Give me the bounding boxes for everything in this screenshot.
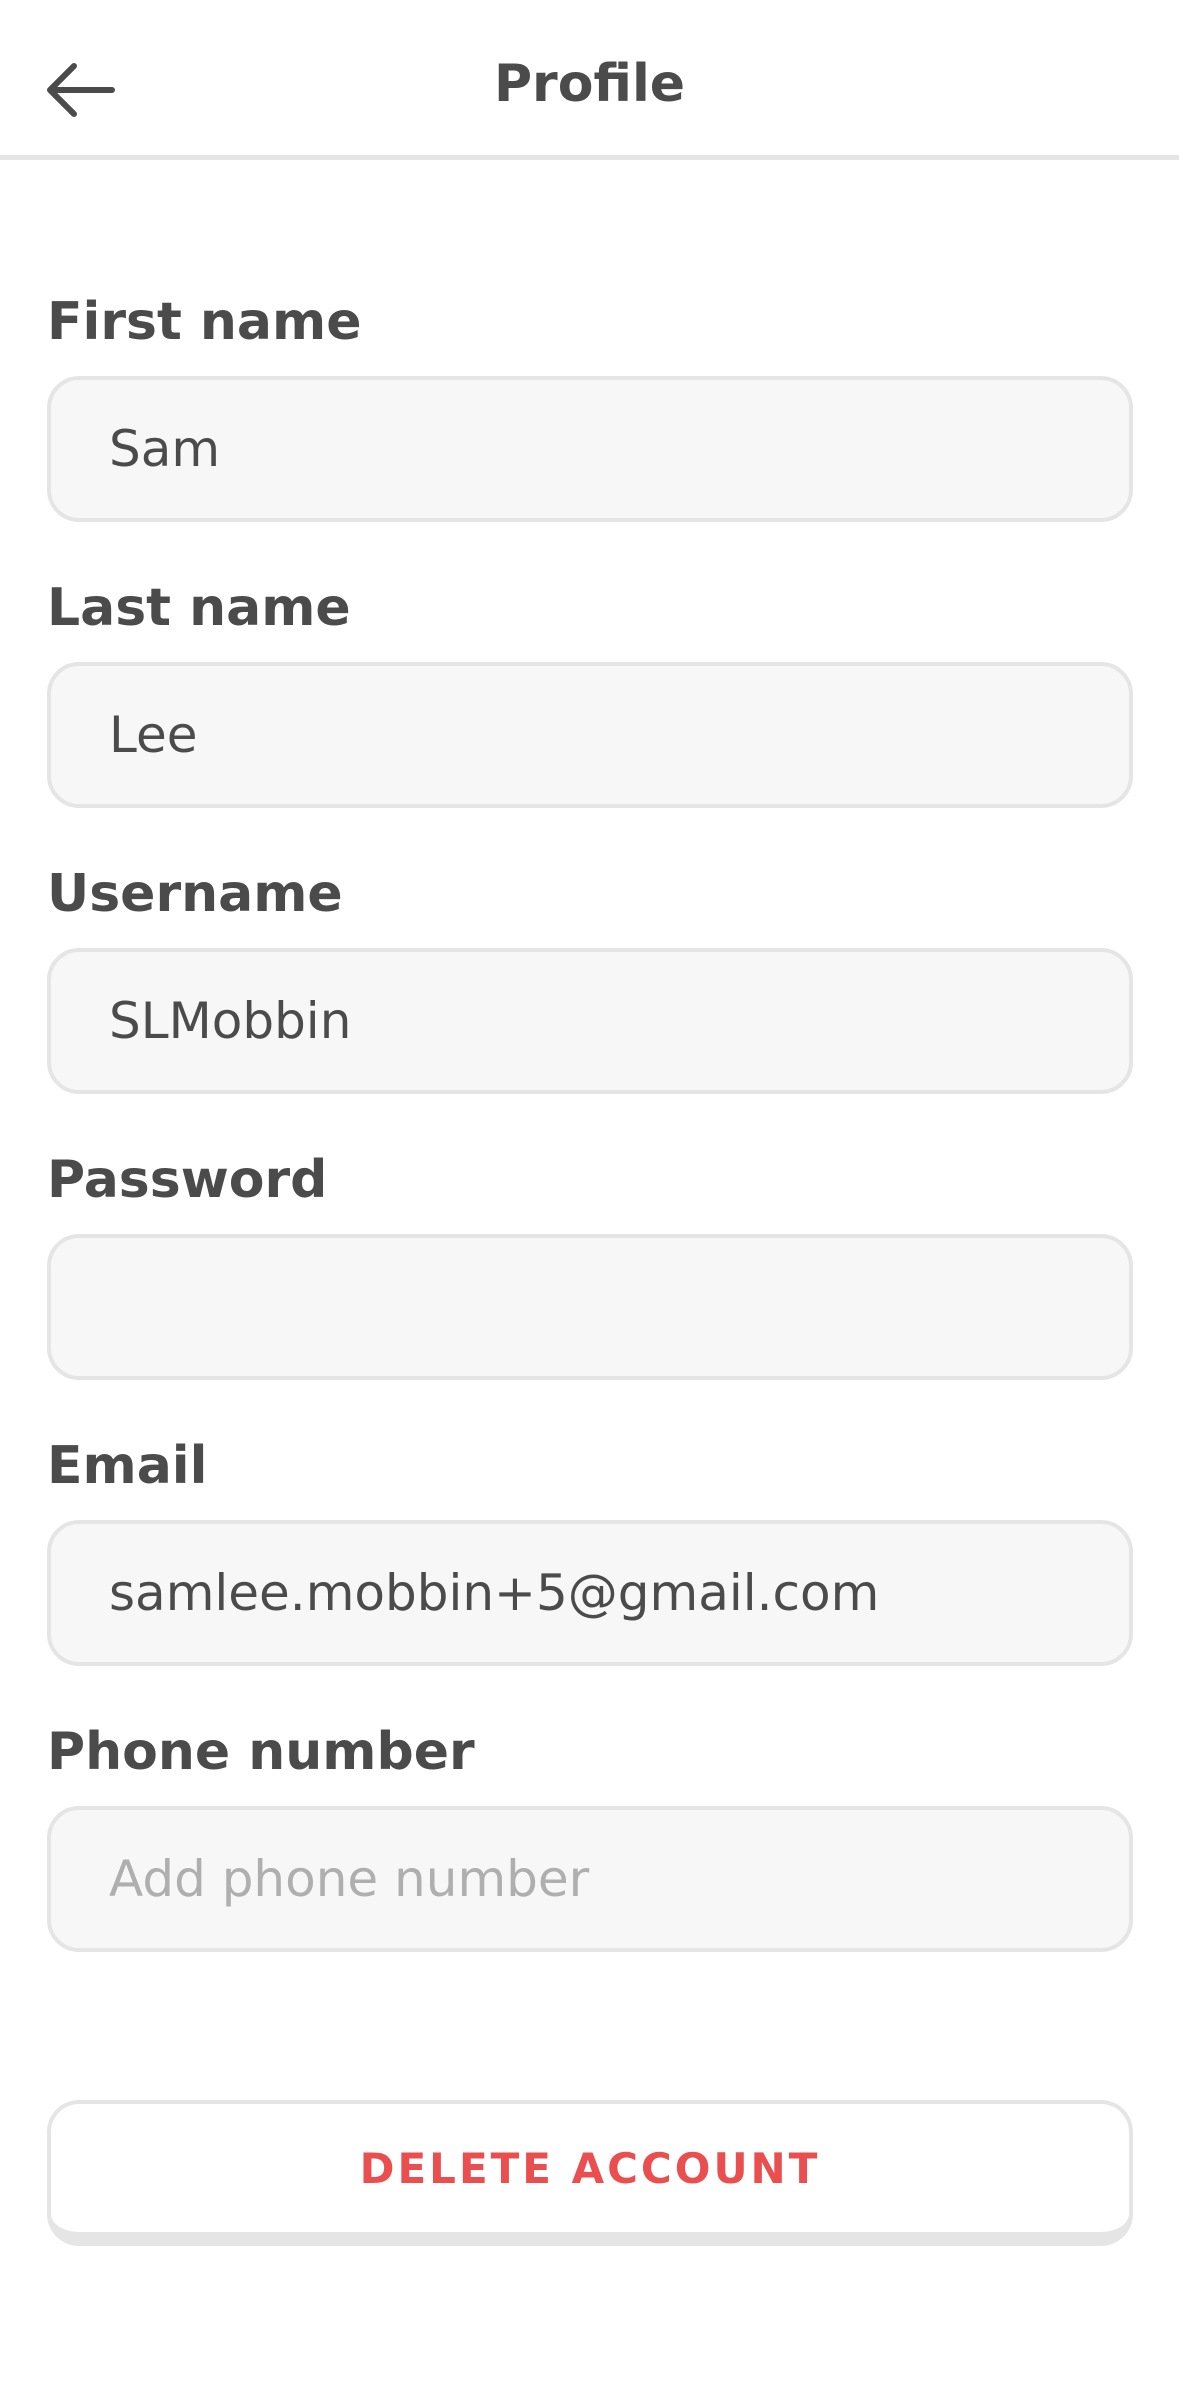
email-label: Email [47,1436,208,1496]
email-input[interactable] [47,1520,1133,1666]
first-name-label: First name [47,292,362,352]
username-label: Username [47,864,343,924]
top-app-bar: Profile [0,0,1179,160]
page-title: Profile [493,54,686,114]
phone-input[interactable] [47,1806,1133,1952]
last-name-label: Last name [47,578,351,638]
first-name-input[interactable] [47,376,1133,522]
password-input[interactable] [47,1234,1133,1380]
password-label: Password [47,1150,328,1210]
last-name-group: Last name [47,578,1133,824]
username-group: Username [47,864,1133,1110]
phone-label: Phone number [47,1722,475,1782]
username-input[interactable] [47,948,1133,1094]
delete-account-button[interactable]: DELETE ACCOUNT [47,2100,1133,2246]
password-group: Password [47,1150,1133,1396]
phone-group: Phone number [47,1722,1133,1968]
profile-form: First name Last name Username Password E… [47,292,1133,2008]
first-name-group: First name [47,292,1133,538]
email-group: Email [47,1436,1133,1682]
last-name-input[interactable] [47,662,1133,808]
